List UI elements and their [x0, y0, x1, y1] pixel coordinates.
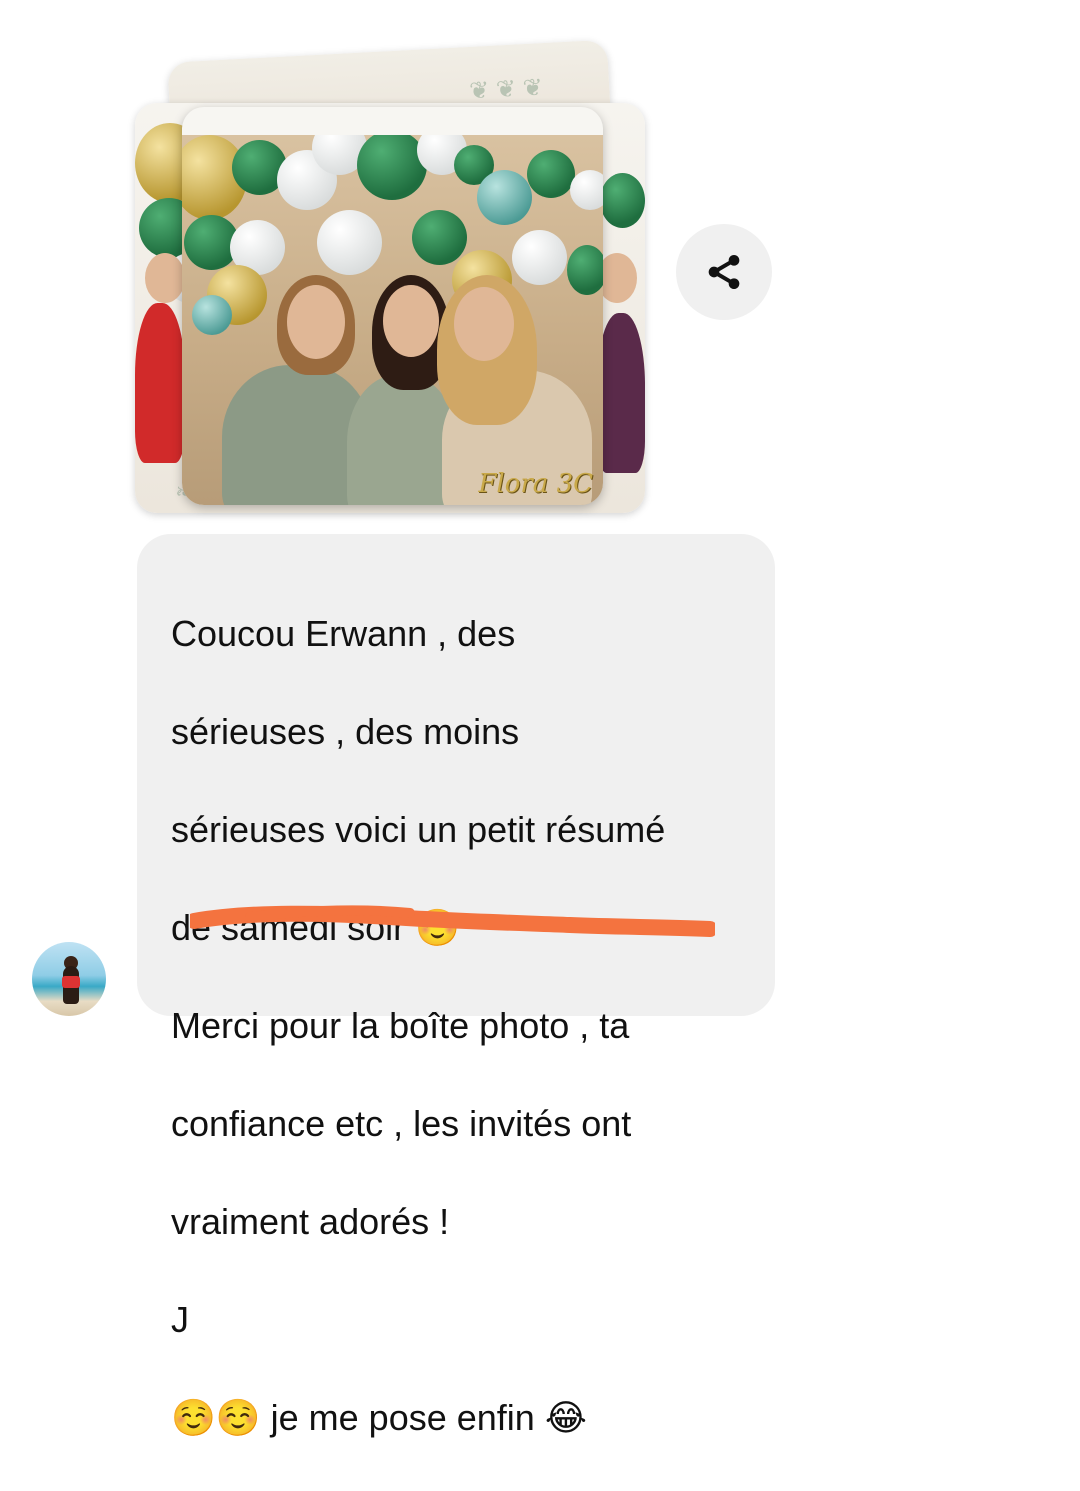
message-bubble[interactable]: Coucou Erwann , des sérieuses , des moin…: [137, 534, 775, 1438]
message-line: de samedi soir ☺️: [171, 907, 460, 948]
share-icon: [708, 255, 740, 289]
message-line: confiance etc , les invités ont: [171, 1103, 632, 1144]
message-line-redacted: J: [171, 1299, 189, 1340]
avatar[interactable]: [32, 942, 106, 1016]
avatar-figure-top: [62, 976, 80, 988]
balloon: [600, 173, 645, 228]
person-head: [597, 253, 637, 303]
message-line: Coucou Erwann , des: [171, 613, 516, 654]
person: [597, 313, 645, 473]
person: [135, 303, 185, 463]
message-line: vraiment adorés !: [171, 1201, 450, 1242]
person-head: [145, 253, 185, 303]
leaf-decoration: ❦ ❦ ❦: [468, 74, 544, 105]
message-text: Coucou Erwann , des sérieuses , des moin…: [171, 560, 761, 1491]
photo-watermark: Flora 3C: [478, 469, 593, 499]
message-line: Merci pour la boîte photo , ta: [171, 1005, 630, 1046]
photo-album-stack[interactable]: ❦ ❦ ❦ ❧: [135, 39, 650, 515]
photo-card-front[interactable]: Flora 3C: [182, 107, 603, 505]
photo-image: [182, 135, 603, 505]
share-button[interactable]: [676, 224, 772, 320]
message-line: sérieuses , des moins: [171, 711, 520, 752]
message-line: sérieuses voici un petit résumé: [171, 809, 666, 850]
message-line: ☺️☺️ je me pose enfin 😂: [171, 1397, 587, 1438]
